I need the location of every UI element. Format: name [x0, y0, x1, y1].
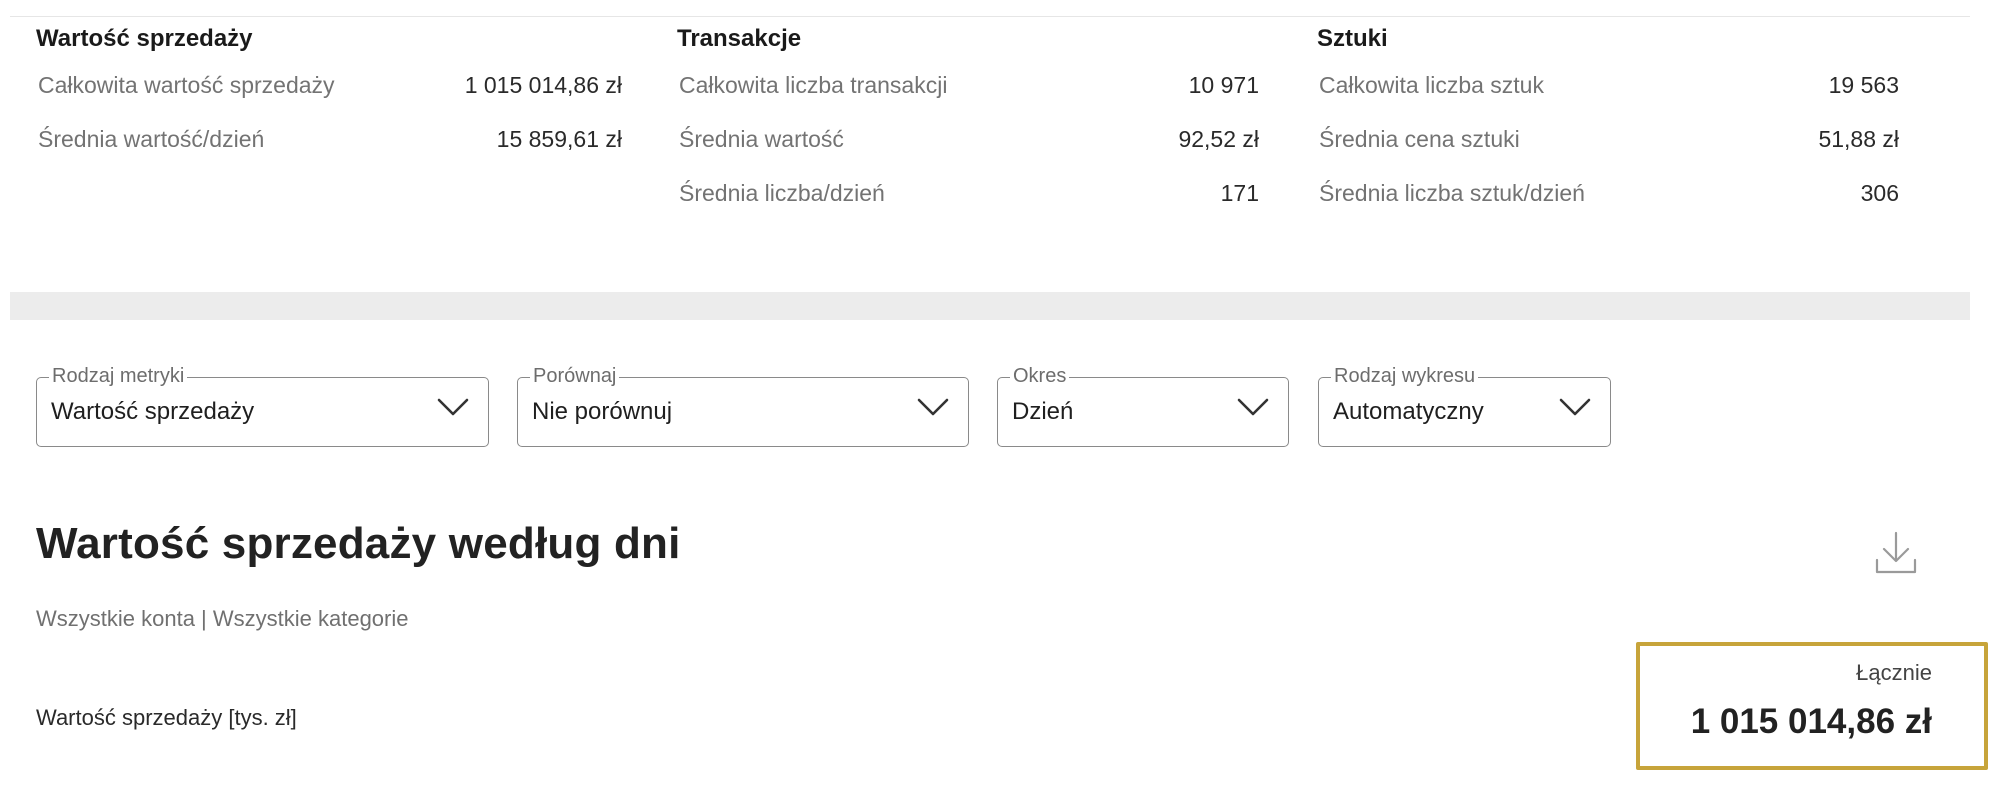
chevron-down-icon — [1559, 398, 1591, 416]
stat-label: Całkowita liczba transakcji — [679, 72, 948, 98]
chevron-down-icon — [917, 398, 949, 416]
period-select-value: Dzień — [1012, 398, 1074, 425]
stat-row-total-units: Całkowita liczba sztuk 19 563 — [1317, 58, 1899, 112]
stat-row-total-sales: Całkowita wartość sprzedaży 1 015 014,86… — [36, 58, 622, 112]
transactions-stats-column: Transakcje Całkowita liczba transakcji 1… — [677, 20, 1259, 220]
transactions-stats-heading: Transakcje — [677, 25, 802, 52]
metric-type-select-value: Wartość sprzedaży — [51, 398, 255, 425]
download-icon[interactable] — [1874, 530, 1918, 576]
stat-value: 19 563 — [1828, 72, 1899, 98]
stat-row-avg-transaction-value: Średnia wartość 92,52 zł — [677, 112, 1259, 166]
stat-label: Średnia wartość/dzień — [38, 126, 265, 152]
metric-type-select-label: Rodzaj metryki — [49, 363, 188, 389]
chevron-down-icon — [1237, 398, 1269, 416]
stat-row-avg-unit-price: Średnia cena sztuki 51,88 zł — [1317, 112, 1899, 166]
sales-stats-heading: Wartość sprzedaży — [36, 25, 253, 52]
total-summary-box: Łącznie 1 015 014,86 zł — [1636, 642, 1988, 770]
stat-label: Całkowita wartość sprzedaży — [38, 72, 335, 98]
units-stats-heading: Sztuki — [1317, 25, 1388, 52]
compare-select[interactable]: Porównaj Nie porównuj — [517, 363, 969, 447]
chevron-down-icon — [437, 398, 469, 416]
stat-label: Średnia cena sztuki — [1319, 126, 1520, 152]
summary-stats: Wartość sprzedaży Całkowita wartość sprz… — [0, 0, 2000, 290]
chart-filter-summary: Wszystkie konta | Wszystkie kategorie — [36, 606, 409, 631]
stat-label: Całkowita liczba sztuk — [1319, 72, 1544, 98]
stat-label: Średnia liczba sztuk/dzień — [1319, 180, 1585, 206]
stat-value: 171 — [1220, 180, 1259, 206]
stat-row-total-transactions: Całkowita liczba transakcji 10 971 — [677, 58, 1259, 112]
stat-value: 306 — [1860, 180, 1899, 206]
compare-select-value: Nie porównuj — [532, 398, 673, 425]
sales-stats-column: Wartość sprzedaży Całkowita wartość sprz… — [36, 20, 622, 166]
stat-value: 92,52 zł — [1178, 126, 1259, 152]
y-axis-label: Wartość sprzedaży [tys. zł] — [36, 705, 297, 730]
stat-value: 1 015 014,86 zł — [464, 72, 622, 98]
total-value: 1 015 014,86 zł — [1690, 702, 1932, 741]
stat-value: 15 859,61 zł — [496, 126, 622, 152]
section-separator-band — [10, 292, 1970, 320]
period-select[interactable]: Okres Dzień — [997, 363, 1289, 447]
period-select-label: Okres — [1010, 363, 1070, 389]
stat-row-avg-transactions-per-day: Średnia liczba/dzień 171 — [677, 166, 1259, 220]
compare-select-label: Porównaj — [530, 363, 620, 389]
stat-value: 10 971 — [1188, 72, 1259, 98]
units-stats-column: Sztuki Całkowita liczba sztuk 19 563 Śre… — [1317, 20, 1899, 220]
chart-type-select[interactable]: Rodzaj wykresu Automatyczny — [1318, 363, 1611, 447]
chart-title: Wartość sprzedaży według dni — [36, 519, 681, 568]
chart-type-select-value: Automatyczny — [1333, 398, 1484, 425]
stat-label: Średnia liczba/dzień — [679, 180, 885, 206]
chart-type-select-label: Rodzaj wykresu — [1331, 363, 1479, 389]
stat-value: 51,88 zł — [1818, 126, 1899, 152]
total-label: Łącznie — [1856, 660, 1932, 685]
stat-row-avg-units-per-day: Średnia liczba sztuk/dzień 306 — [1317, 166, 1899, 220]
stat-row-avg-sales-per-day: Średnia wartość/dzień 15 859,61 zł — [36, 112, 622, 166]
stat-label: Średnia wartość — [679, 126, 844, 152]
metric-type-select[interactable]: Rodzaj metryki Wartość sprzedaży — [36, 363, 489, 447]
